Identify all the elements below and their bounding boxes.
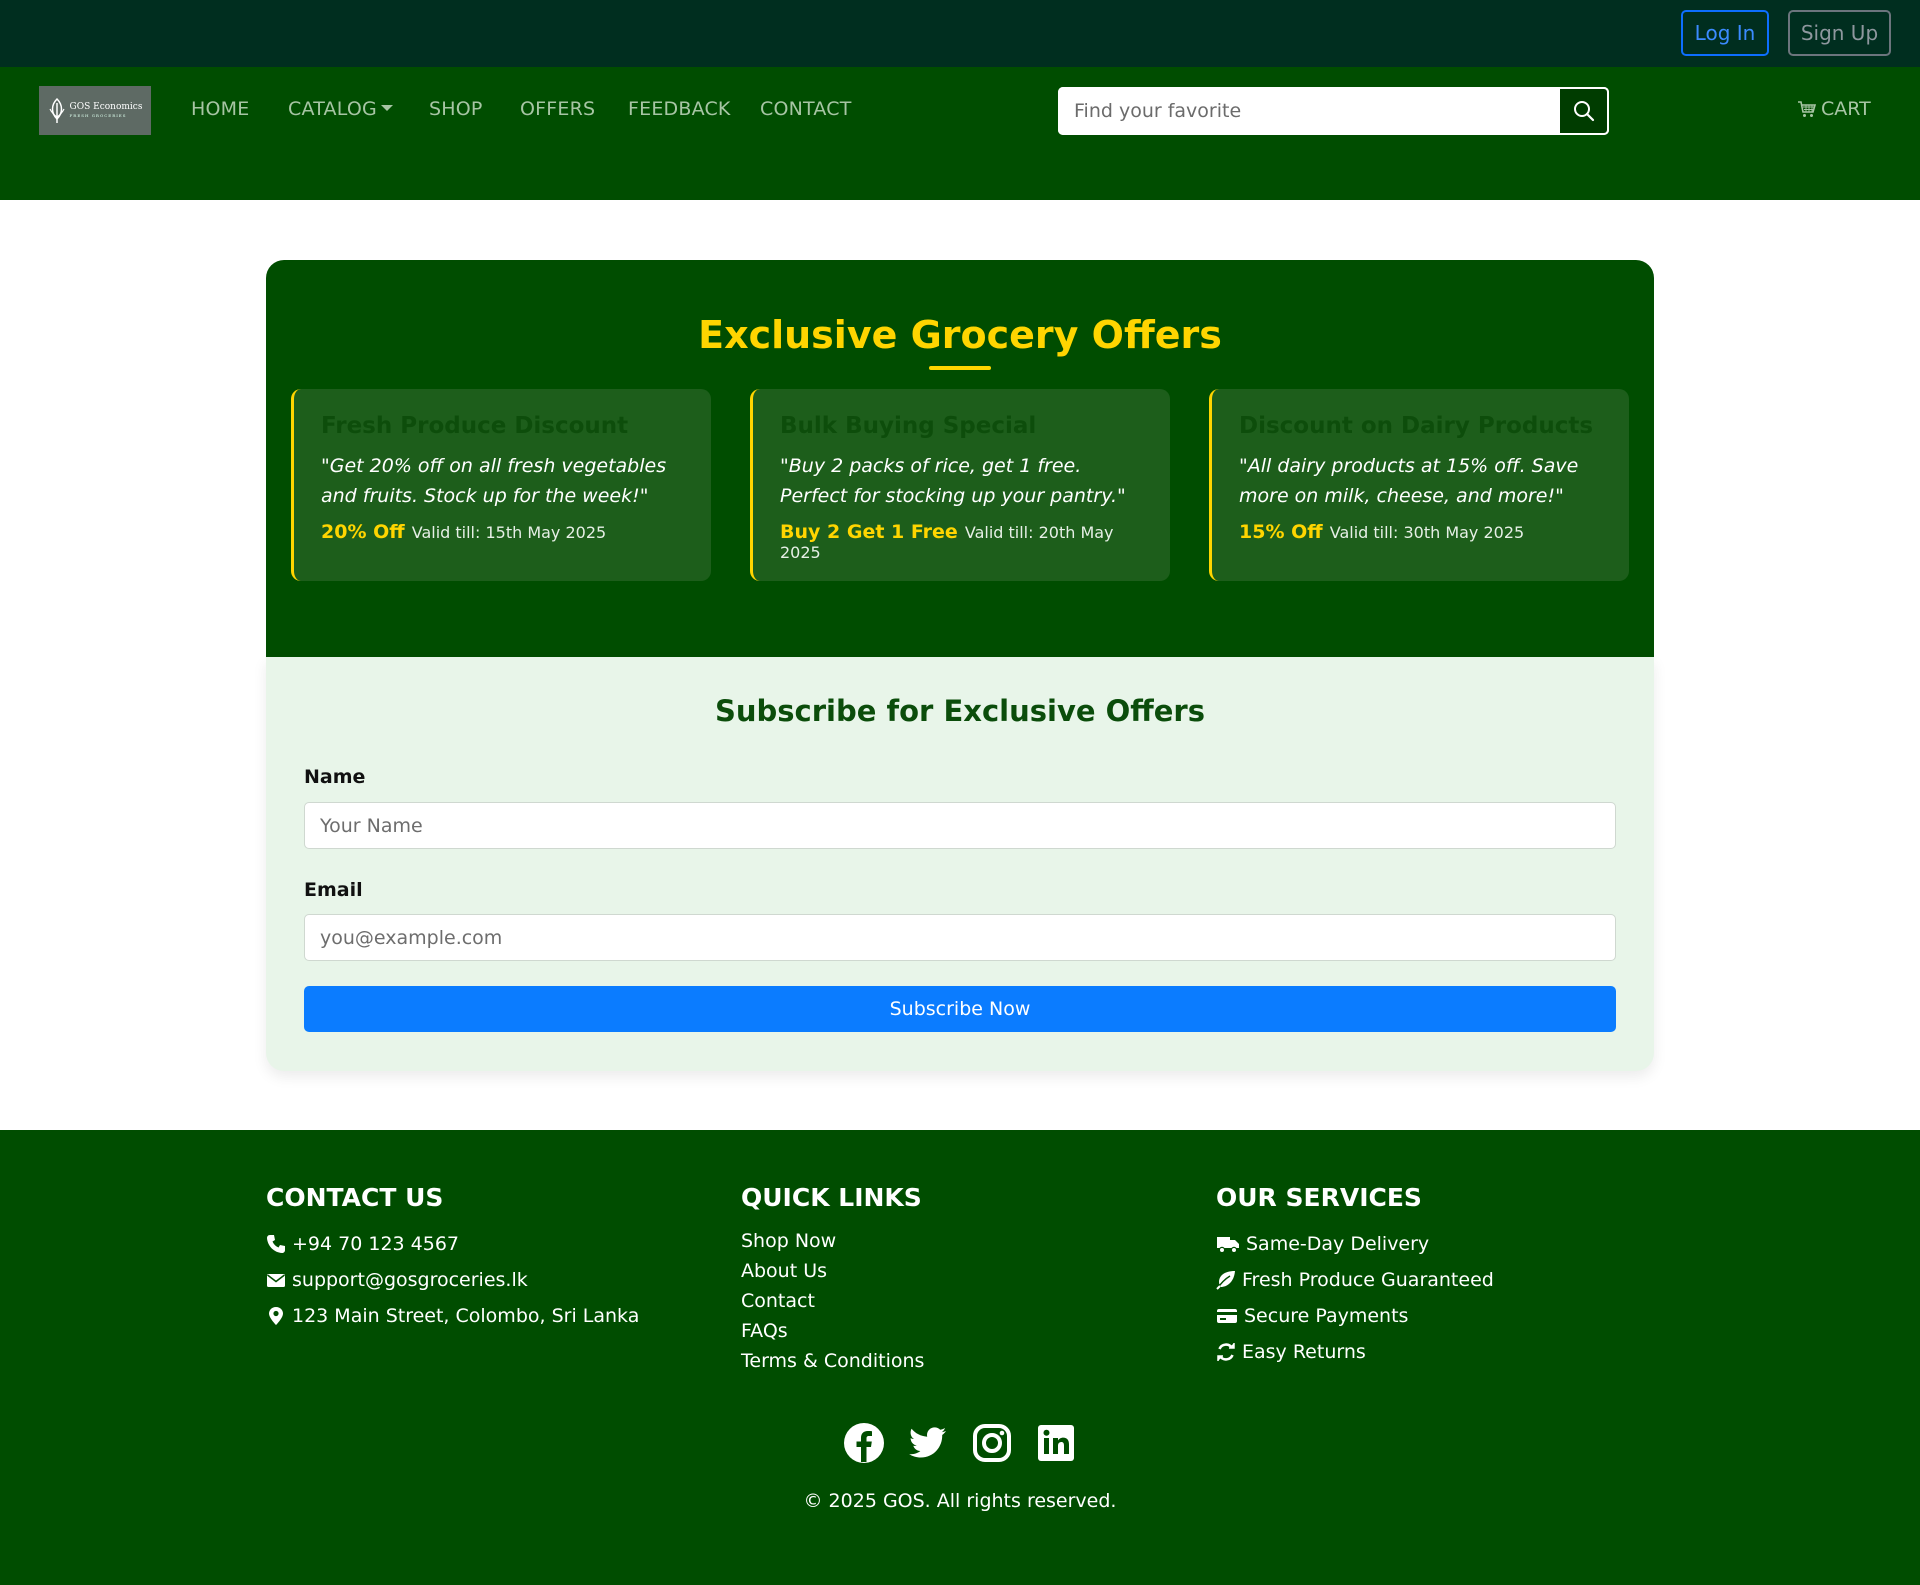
footer-contact-heading: CONTACT US bbox=[266, 1183, 444, 1212]
chevron-down-icon bbox=[380, 105, 393, 111]
footer-services-heading: OUR SERVICES bbox=[1216, 1183, 1422, 1212]
name-label: Name bbox=[304, 766, 366, 788]
credit-card-icon bbox=[1217, 1309, 1237, 1323]
twitter-icon[interactable] bbox=[907, 1422, 949, 1464]
contact-address: 123 Main Street, Colombo, Sri Lanka bbox=[266, 1298, 639, 1334]
search-input[interactable] bbox=[1058, 87, 1558, 135]
contact-email[interactable]: support@gosgroceries.lk bbox=[266, 1262, 639, 1298]
truck-icon bbox=[1217, 1237, 1239, 1254]
service-label: Secure Payments bbox=[1244, 1305, 1409, 1327]
footer-link-about-us[interactable]: About Us bbox=[741, 1256, 924, 1286]
service-item: Easy Returns bbox=[1216, 1334, 1494, 1370]
brand-logo[interactable]: GOS Economics FRESH GROCERIES bbox=[39, 86, 151, 135]
offer-card[interactable]: Discount on Dairy Products "All dairy pr… bbox=[1209, 389, 1629, 581]
facebook-icon[interactable] bbox=[843, 1422, 885, 1464]
nav-catalog-label: CATALOG bbox=[288, 98, 377, 120]
nav-home[interactable]: HOME bbox=[191, 98, 249, 120]
title-underline bbox=[929, 366, 991, 370]
offer-validity: Valid till: 15th May 2025 bbox=[411, 523, 607, 542]
offer-name: Fresh Produce Discount bbox=[321, 413, 629, 439]
linkedin-icon[interactable] bbox=[1035, 1422, 1077, 1464]
service-item: Secure Payments bbox=[1216, 1298, 1494, 1334]
nav-catalog[interactable]: CATALOG bbox=[288, 98, 393, 120]
offer-description: "All dairy products at 15% off. Save mor… bbox=[1239, 455, 1579, 507]
offers-section: Exclusive Grocery Offers Fresh Produce D… bbox=[266, 260, 1654, 657]
phone-icon bbox=[267, 1235, 285, 1253]
subscribe-section: Subscribe for Exclusive Offers Name Emai… bbox=[266, 657, 1654, 1071]
nav-offers[interactable]: OFFERS bbox=[520, 98, 595, 120]
offer-card[interactable]: Fresh Produce Discount "Get 20% off on a… bbox=[291, 389, 711, 581]
footer-link-shop-now[interactable]: Shop Now bbox=[741, 1226, 924, 1256]
nav-shop[interactable]: SHOP bbox=[429, 98, 483, 120]
offer-meta: 15% Off Valid till: 30th May 2025 bbox=[1239, 521, 1605, 543]
contact-email-text: support@gosgroceries.lk bbox=[292, 1269, 528, 1291]
service-label: Fresh Produce Guaranteed bbox=[1242, 1269, 1494, 1291]
logo-text: GOS Economics FRESH GROCERIES bbox=[70, 103, 143, 118]
leaf-icon bbox=[1216, 1271, 1235, 1290]
email-field[interactable] bbox=[304, 914, 1616, 961]
cart-icon bbox=[1798, 101, 1817, 117]
offer-description: "Buy 2 packs of rice, get 1 free. Perfec… bbox=[780, 455, 1126, 507]
map-pin-icon bbox=[269, 1307, 283, 1325]
footer-services-column: OUR SERVICES Same-Day Delivery Fresh Pro… bbox=[1216, 1183, 1494, 1370]
footer-links-column: QUICK LINKS Shop Now About Us Contact FA… bbox=[741, 1183, 924, 1376]
instagram-icon[interactable] bbox=[971, 1422, 1013, 1464]
offer-badge: 15% Off bbox=[1239, 521, 1323, 543]
footer-link-terms[interactable]: Terms & Conditions bbox=[741, 1346, 924, 1376]
contact-address-text: 123 Main Street, Colombo, Sri Lanka bbox=[292, 1305, 640, 1327]
subscribe-title: Subscribe for Exclusive Offers bbox=[715, 694, 1205, 728]
footer-link-faqs[interactable]: FAQs bbox=[741, 1316, 924, 1346]
top-bar: Log In Sign Up bbox=[0, 0, 1920, 67]
search-bar bbox=[1058, 87, 1609, 135]
site-footer: CONTACT US +94 70 123 4567 support@gosgr… bbox=[0, 1130, 1920, 1585]
offers-title: Exclusive Grocery Offers bbox=[698, 313, 1222, 357]
login-button[interactable]: Log In bbox=[1681, 10, 1769, 56]
offer-meta: Buy 2 Get 1 Free Valid till: 20th May 20… bbox=[780, 521, 1146, 562]
service-label: Easy Returns bbox=[1242, 1341, 1366, 1363]
nav-contact[interactable]: CONTACT bbox=[760, 98, 852, 120]
offer-description: "Get 20% off on all fresh vegetables and… bbox=[321, 455, 667, 507]
subscribe-button[interactable]: Subscribe Now bbox=[304, 986, 1616, 1032]
nav-feedback[interactable]: FEEDBACK bbox=[628, 98, 731, 120]
social-icons bbox=[0, 1422, 1920, 1464]
offer-name: Bulk Buying Special bbox=[780, 413, 1037, 439]
offer-meta: 20% Off Valid till: 15th May 2025 bbox=[321, 521, 687, 543]
service-item: Fresh Produce Guaranteed bbox=[1216, 1262, 1494, 1298]
logo-subtitle: FRESH GROCERIES bbox=[69, 113, 127, 118]
search-icon bbox=[1573, 101, 1594, 122]
offer-name: Discount on Dairy Products bbox=[1239, 413, 1594, 439]
main-navbar: GOS Economics FRESH GROCERIES HOME CATAL… bbox=[0, 67, 1920, 200]
offer-card[interactable]: Bulk Buying Special "Buy 2 packs of rice… bbox=[750, 389, 1170, 581]
logo-title: GOS Economics bbox=[69, 102, 143, 112]
contact-phone-text: +94 70 123 4567 bbox=[292, 1233, 460, 1255]
footer-link-contact[interactable]: Contact bbox=[741, 1286, 924, 1316]
offer-badge: 20% Off bbox=[321, 521, 405, 543]
search-button[interactable] bbox=[1558, 87, 1609, 135]
copyright-text: © 2025 GOS. All rights reserved. bbox=[803, 1490, 1117, 1512]
service-item: Same-Day Delivery bbox=[1216, 1226, 1494, 1262]
email-label: Email bbox=[304, 879, 363, 901]
offer-badge: Buy 2 Get 1 Free bbox=[780, 521, 958, 543]
envelope-icon bbox=[267, 1274, 285, 1287]
service-label: Same-Day Delivery bbox=[1246, 1233, 1430, 1255]
footer-contact-column: CONTACT US +94 70 123 4567 support@gosgr… bbox=[266, 1183, 639, 1334]
refresh-icon bbox=[1217, 1343, 1235, 1361]
offer-validity: Valid till: 30th May 2025 bbox=[1329, 523, 1525, 542]
contact-phone[interactable]: +94 70 123 4567 bbox=[266, 1226, 639, 1262]
leaf-logo-icon bbox=[48, 97, 65, 123]
signup-button[interactable]: Sign Up bbox=[1788, 10, 1891, 56]
footer-links-heading: QUICK LINKS bbox=[741, 1183, 922, 1212]
cart-link[interactable]: CART bbox=[1797, 98, 1871, 120]
name-field[interactable] bbox=[304, 802, 1616, 849]
cart-label: CART bbox=[1821, 98, 1871, 120]
